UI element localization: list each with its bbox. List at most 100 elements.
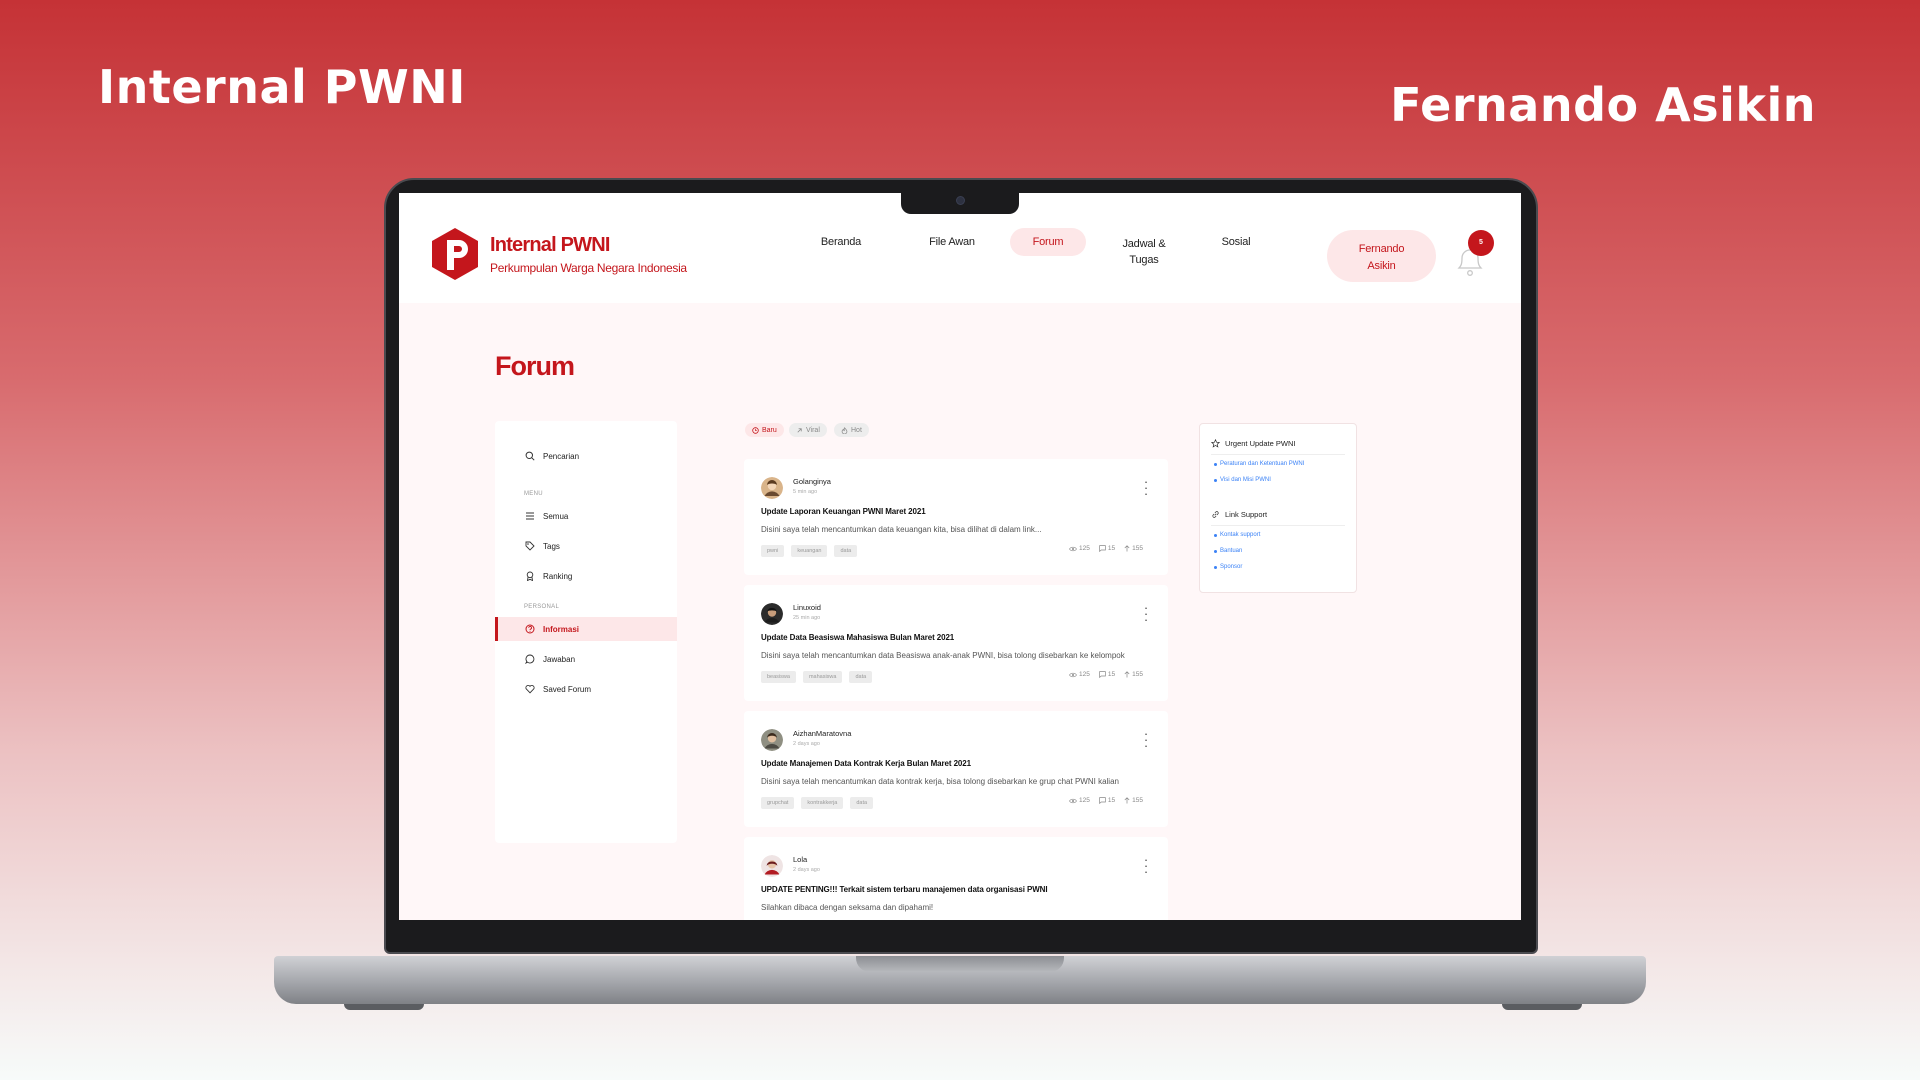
sidebar-item-ranking[interactable]: Ranking: [495, 564, 677, 588]
filter-label: Baru: [762, 426, 777, 434]
post-tag[interactable]: grupchat: [761, 797, 795, 809]
sidebar-item-informasi[interactable]: Informasi: [495, 617, 677, 641]
link-sponsor[interactable]: Sponsor: [1214, 564, 1242, 570]
tag-icon: [525, 541, 535, 551]
post-title[interactable]: Update Data Beasiswa Mahasiswa Bulan Mar…: [761, 633, 954, 642]
views-count: 125: [1079, 797, 1090, 804]
votes-count: 155: [1132, 797, 1143, 804]
post-tag[interactable]: keuangan: [791, 545, 828, 557]
avatar: [761, 603, 783, 625]
eye-icon: [1069, 798, 1077, 803]
post-author[interactable]: Lola: [793, 855, 807, 864]
user-last-name: Asikin: [1367, 260, 1396, 272]
filter-baru[interactable]: Baru: [745, 423, 784, 437]
comment-icon: [1099, 797, 1106, 804]
post-stats: 125 15 155: [1069, 545, 1143, 552]
forum-post-card[interactable]: Lola 2 days ago · · · UPDATE PENTING!!! Te…: [744, 837, 1168, 920]
fire-icon: [841, 426, 848, 434]
laptop-notch: [901, 192, 1019, 214]
arrow-up-icon: [1124, 797, 1130, 804]
sidebar-item-label: Ranking: [543, 571, 573, 581]
link-icon: [1212, 511, 1219, 518]
votes-count: 155: [1132, 545, 1143, 552]
user-profile-button[interactable]: Fernando Asikin: [1327, 230, 1436, 282]
post-time: 2 days ago: [793, 741, 820, 747]
sidebar-search[interactable]: Pencarian: [525, 451, 579, 461]
link-bantuan[interactable]: Bantuan: [1214, 548, 1242, 554]
sidebar-item-label: Saved Forum: [543, 684, 592, 694]
post-tag[interactable]: data: [850, 797, 874, 809]
filter-label: Hot: [851, 426, 862, 434]
votes-stat[interactable]: 155: [1124, 797, 1143, 804]
comments-count: 15: [1107, 545, 1116, 552]
post-title[interactable]: UPDATE PENTING!!! Terkait sistem terbaru…: [761, 885, 1048, 894]
post-author[interactable]: Linuxoid: [793, 603, 821, 612]
nav-sosial[interactable]: Sosial: [1211, 235, 1261, 249]
comments-stat[interactable]: 15: [1099, 671, 1115, 678]
link-visi-misi[interactable]: Visi dan Misi PWNI: [1214, 477, 1271, 483]
sidebar-item-label: Semua: [543, 511, 569, 521]
votes-stat[interactable]: 155: [1124, 545, 1143, 552]
avatar: [761, 477, 783, 499]
sidebar-menu-heading: MENU: [524, 491, 543, 497]
nav-forum[interactable]: Forum: [1010, 228, 1086, 256]
comments-stat[interactable]: 15: [1099, 545, 1115, 552]
post-tag[interactable]: pwni: [761, 545, 785, 557]
sidebar-personal-heading: PERSONAL: [524, 604, 560, 610]
sidebar-item-semua[interactable]: Semua: [495, 504, 677, 528]
post-tag[interactable]: mahasiswa: [802, 671, 843, 683]
post-time: 5 min ago: [793, 489, 818, 495]
views-count: 125: [1079, 545, 1090, 552]
nav-jadwal-tugas[interactable]: Jadwal & Tugas: [1109, 236, 1179, 268]
info-panel: Urgent Update PWNI Peraturan dan Ketentu…: [1199, 423, 1357, 593]
forum-post-card[interactable]: Golanginya 5 min ago · · · Update Laporan …: [744, 459, 1168, 575]
more-vertical-icon[interactable]: · · ·: [1142, 727, 1150, 752]
post-stats: 125 15 155: [1069, 671, 1143, 678]
help-circle-icon: [525, 624, 535, 634]
brand-name: Internal PWNI: [490, 234, 610, 256]
sidebar-item-jawaban[interactable]: Jawaban: [495, 647, 677, 671]
more-vertical-icon[interactable]: · · ·: [1142, 853, 1150, 878]
post-title[interactable]: Update Laporan Keuangan PWNI Maret 2021: [761, 507, 926, 516]
votes-stat[interactable]: 155: [1124, 671, 1143, 678]
page-title: Forum: [495, 351, 575, 381]
views-stat: 125: [1069, 671, 1090, 678]
nav-beranda[interactable]: Beranda: [811, 235, 871, 249]
comments-stat[interactable]: 15: [1099, 797, 1115, 804]
post-author[interactable]: AizhanMaratovna: [793, 729, 851, 738]
more-vertical-icon[interactable]: · · ·: [1142, 601, 1150, 626]
link-kontak-support[interactable]: Kontak support: [1214, 532, 1260, 538]
nav-file-awan[interactable]: File Awan: [921, 235, 983, 249]
arrow-up-right-icon: [797, 427, 802, 433]
post-title[interactable]: Update Manajemen Data Kontrak Kerja Bula…: [761, 759, 971, 768]
laptop-foot-right: [1502, 1004, 1582, 1010]
camera-icon: [956, 196, 965, 205]
app-screen: Internal PWNI Perkumpulan Warga Negara I…: [399, 193, 1521, 920]
views-count: 125: [1079, 671, 1090, 678]
post-tag[interactable]: kontrakkerja: [801, 797, 844, 809]
post-tags: pwni keuangan data: [761, 545, 858, 557]
more-vertical-icon[interactable]: · · ·: [1142, 475, 1150, 500]
post-excerpt: Disini saya telah mencantumkan data kont…: [761, 777, 1119, 786]
post-tag[interactable]: data: [834, 545, 858, 557]
post-tag[interactable]: data: [849, 671, 873, 683]
eye-icon: [1069, 672, 1077, 677]
sidebar-item-tags[interactable]: Tags: [495, 534, 677, 558]
divider: [1211, 525, 1345, 526]
views-stat: 125: [1069, 797, 1090, 804]
link-peraturan[interactable]: Peraturan dan Ketentuan PWNI: [1214, 461, 1304, 467]
logo-icon: [432, 228, 478, 280]
notification-badge: 5: [1468, 230, 1494, 256]
post-author[interactable]: Golanginya: [793, 477, 831, 486]
message-circle-icon: [525, 654, 535, 664]
forum-post-card[interactable]: Linuxoid 25 min ago · · · Update Data Beas…: [744, 585, 1168, 701]
sidebar-item-saved-forum[interactable]: Saved Forum: [495, 677, 677, 701]
laptop-base: [274, 956, 1646, 1004]
filter-viral[interactable]: Viral: [789, 423, 827, 437]
post-tag[interactable]: beasiswa: [761, 671, 796, 683]
forum-post-card[interactable]: AizhanMaratovna 2 days ago · · · Update Ma…: [744, 711, 1168, 827]
post-excerpt: Silahkan dibaca dengan seksama dan dipah…: [761, 903, 934, 912]
filter-hot[interactable]: Hot: [834, 423, 869, 437]
filter-label: Viral: [806, 426, 820, 434]
heart-icon: [525, 685, 535, 694]
